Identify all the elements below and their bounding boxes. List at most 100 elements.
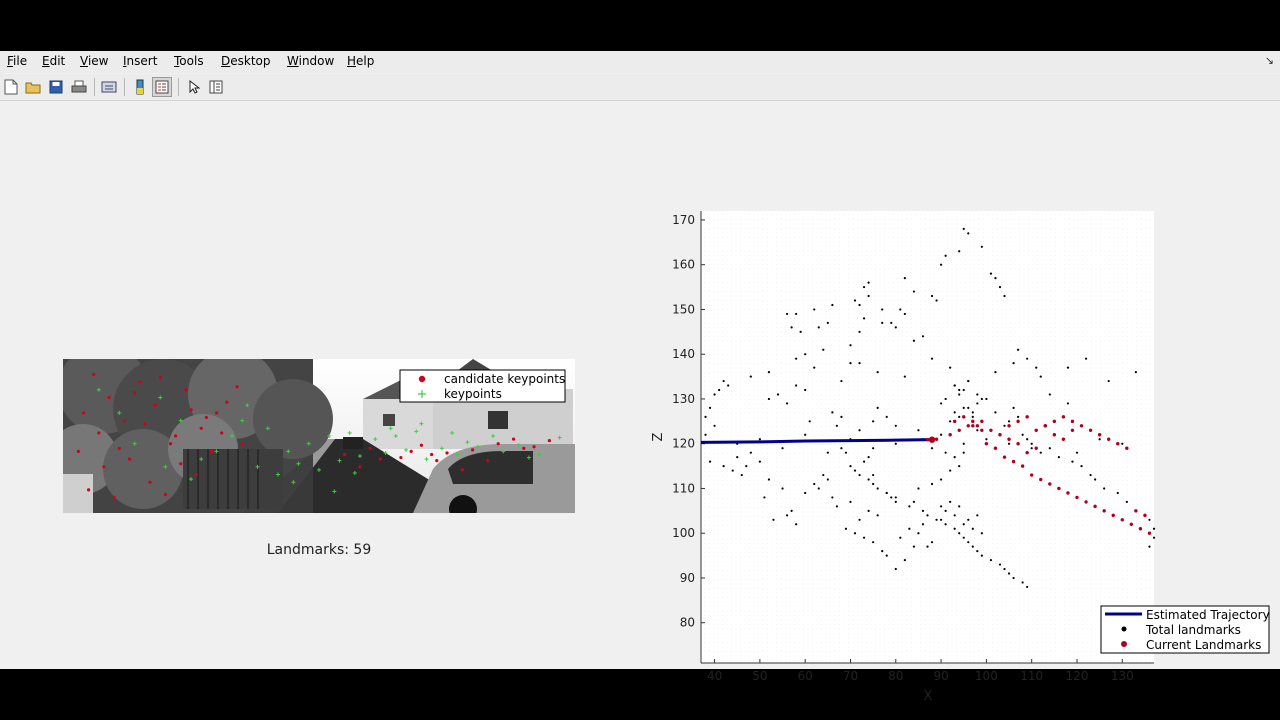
total-landmark-point (976, 550, 979, 553)
image-legend-layer: candidate keypoints keypoints (399, 369, 566, 403)
total-landmark-point (853, 469, 857, 472)
current-landmark-point (966, 424, 970, 428)
property-editor-icon[interactable] (206, 77, 226, 97)
plot-legend: Estimated Trajectory Total landmarks Cur… (1100, 605, 1270, 654)
total-landmark-point (985, 438, 988, 441)
total-landmark-point (962, 227, 965, 231)
total-landmark-point (890, 496, 893, 499)
total-landmark-point (872, 473, 875, 477)
total-landmark-point (804, 491, 807, 495)
pointer-icon[interactable] (184, 77, 204, 97)
total-landmark-point (885, 554, 888, 557)
total-landmark-point (939, 478, 943, 481)
print-icon[interactable] (69, 77, 89, 97)
current-landmark-point (1120, 518, 1124, 522)
total-landmark-point (899, 308, 902, 311)
total-landmark-point (903, 558, 906, 562)
legend-total-landmarks-marker (1121, 626, 1127, 632)
total-landmark-point (921, 523, 925, 526)
menu-bar: File Edit View Insert Tools Desktop Wind… (0, 51, 1280, 73)
menu-help[interactable]: Help (347, 54, 374, 68)
current-landmark-point (1011, 459, 1016, 464)
open-file-icon[interactable] (23, 77, 43, 97)
print-figure-icon[interactable] (99, 77, 119, 97)
total-landmark-point (872, 447, 875, 450)
total-landmark-point (1012, 362, 1015, 365)
total-landmark-point (849, 344, 852, 347)
current-landmark-point (1116, 442, 1120, 446)
total-landmark-point (944, 397, 947, 401)
total-landmark-point (939, 518, 943, 521)
total-landmark-point (971, 411, 974, 414)
total-landmark-point (872, 420, 875, 423)
total-landmark-point (912, 290, 916, 293)
total-landmark-point (858, 362, 861, 365)
new-figure-icon[interactable] (1, 77, 21, 97)
save-icon[interactable] (46, 77, 66, 97)
total-landmark-point (958, 415, 961, 418)
total-landmark-point (835, 505, 838, 508)
menu-edit[interactable]: Edit (42, 54, 65, 68)
x-tick-label: 100 (975, 669, 998, 683)
current-landmark-point (1007, 437, 1011, 441)
total-landmark-point (1075, 451, 1079, 454)
current-landmark-point (1097, 433, 1102, 437)
menu-insert[interactable]: Insert (123, 54, 157, 68)
total-landmark-point (767, 397, 771, 401)
total-landmark-point (958, 505, 961, 508)
current-landmark-point (1061, 437, 1066, 441)
total-landmark-point (944, 254, 947, 257)
current-landmark-point (980, 419, 984, 424)
total-landmark-point (935, 299, 938, 302)
total-landmark-point (1057, 456, 1060, 459)
colorbar-icon[interactable] (130, 77, 150, 97)
x-tick-label: 50 (752, 669, 767, 683)
total-landmark-point (713, 424, 716, 427)
menu-desktop[interactable]: Desktop (221, 54, 271, 68)
total-landmark-point (939, 263, 943, 266)
total-landmark-point (953, 514, 956, 517)
total-landmark-point (1066, 402, 1070, 405)
total-landmark-point (953, 527, 956, 530)
total-landmark-point (1003, 294, 1006, 298)
total-landmark-point (708, 406, 712, 410)
total-landmark-point (776, 393, 780, 396)
total-landmark-point (1089, 473, 1092, 477)
total-landmark-point (881, 308, 884, 311)
x-tick-label: 80 (888, 669, 903, 683)
total-landmark-point (790, 326, 793, 329)
total-landmark-point (976, 393, 979, 396)
total-landmark-point (903, 312, 906, 316)
total-landmark-point (772, 518, 775, 521)
total-landmark-point (885, 491, 888, 495)
total-landmark-point (872, 482, 875, 486)
legend-total-landmarks-label: Total landmarks (1145, 623, 1241, 637)
total-landmark-point (1098, 438, 1101, 441)
total-landmark-point (980, 397, 983, 401)
current-landmark-point (1020, 464, 1025, 468)
total-landmark-point (994, 411, 997, 414)
menu-window[interactable]: Window (287, 54, 334, 68)
total-landmark-point (939, 433, 943, 436)
current-landmark-point (962, 415, 966, 419)
total-landmark-point (831, 303, 834, 307)
image-legend: candidate keypoints keypoints (399, 369, 566, 403)
landmark-trajectory-plot: 40 50 60 70 80 90 100 110 120 130 80 90 100 110 120 13… (651, 211, 1270, 704)
landmarks-count-text: Landmarks: 59 (266, 542, 372, 558)
total-landmark-point (1007, 420, 1011, 423)
total-landmark-point (835, 424, 838, 427)
legend-icon[interactable] (152, 77, 172, 97)
total-landmark-point (949, 500, 952, 503)
total-landmark-point (1012, 576, 1015, 580)
menu-view[interactable]: View (80, 54, 108, 68)
total-landmark-point (967, 232, 970, 235)
menu-file[interactable]: File (7, 54, 27, 68)
total-landmark-point (844, 451, 848, 454)
total-landmark-point (718, 388, 721, 392)
total-landmark-point (708, 460, 712, 463)
current-landmark-point (1016, 442, 1020, 446)
dock-arrow-icon[interactable]: ↘ (1265, 54, 1274, 67)
total-landmark-point (899, 536, 902, 539)
menu-tools[interactable]: Tools (174, 54, 204, 68)
total-landmark-point (826, 451, 829, 454)
